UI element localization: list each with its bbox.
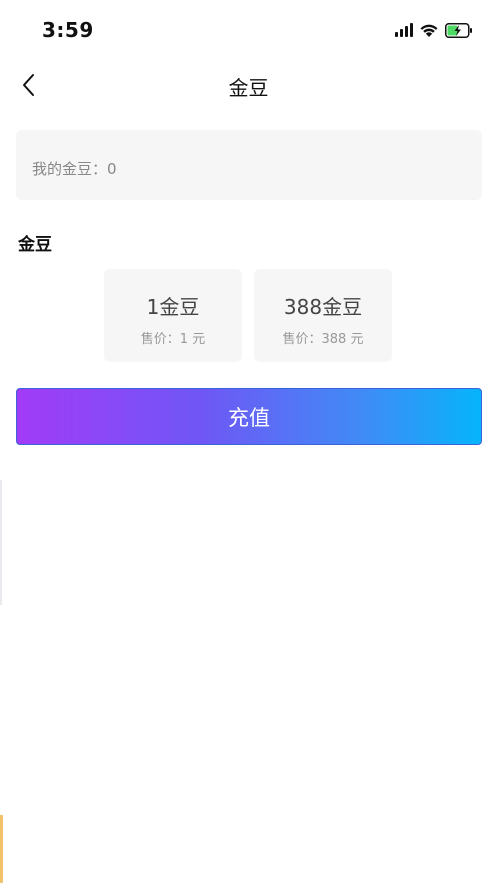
package-price: 售价：388 元 bbox=[282, 332, 364, 347]
section-title: 金豆 bbox=[18, 235, 52, 255]
divider bbox=[0, 815, 3, 883]
package-amount: 1金豆 bbox=[146, 295, 200, 319]
wifi-icon bbox=[419, 23, 439, 38]
divider bbox=[0, 480, 2, 605]
package-option-1[interactable]: 1金豆 售价：1 元 bbox=[104, 269, 242, 362]
balance-label: 我的金豆：0 bbox=[32, 160, 117, 178]
battery-charging-icon bbox=[445, 22, 473, 38]
status-time: 3:59 bbox=[42, 18, 94, 42]
package-amount: 388金豆 bbox=[283, 295, 363, 319]
status-icons bbox=[395, 20, 473, 40]
status-bar: 3:59 bbox=[0, 0, 497, 60]
nav-bar: 金豆 bbox=[0, 60, 497, 110]
balance-card: 我的金豆：0 bbox=[16, 130, 482, 200]
gold-bean-screen: 3:59 金豆 我的金豆：0 金豆 1金豆 售价：1 元 388金豆 售价：38… bbox=[0, 0, 497, 883]
page-title: 金豆 bbox=[228, 76, 269, 100]
package-option-388[interactable]: 388金豆 售价：388 元 bbox=[254, 269, 392, 362]
package-price: 售价：1 元 bbox=[140, 332, 206, 347]
recharge-button[interactable]: 充值 bbox=[16, 388, 482, 445]
signal-icon bbox=[395, 23, 413, 37]
